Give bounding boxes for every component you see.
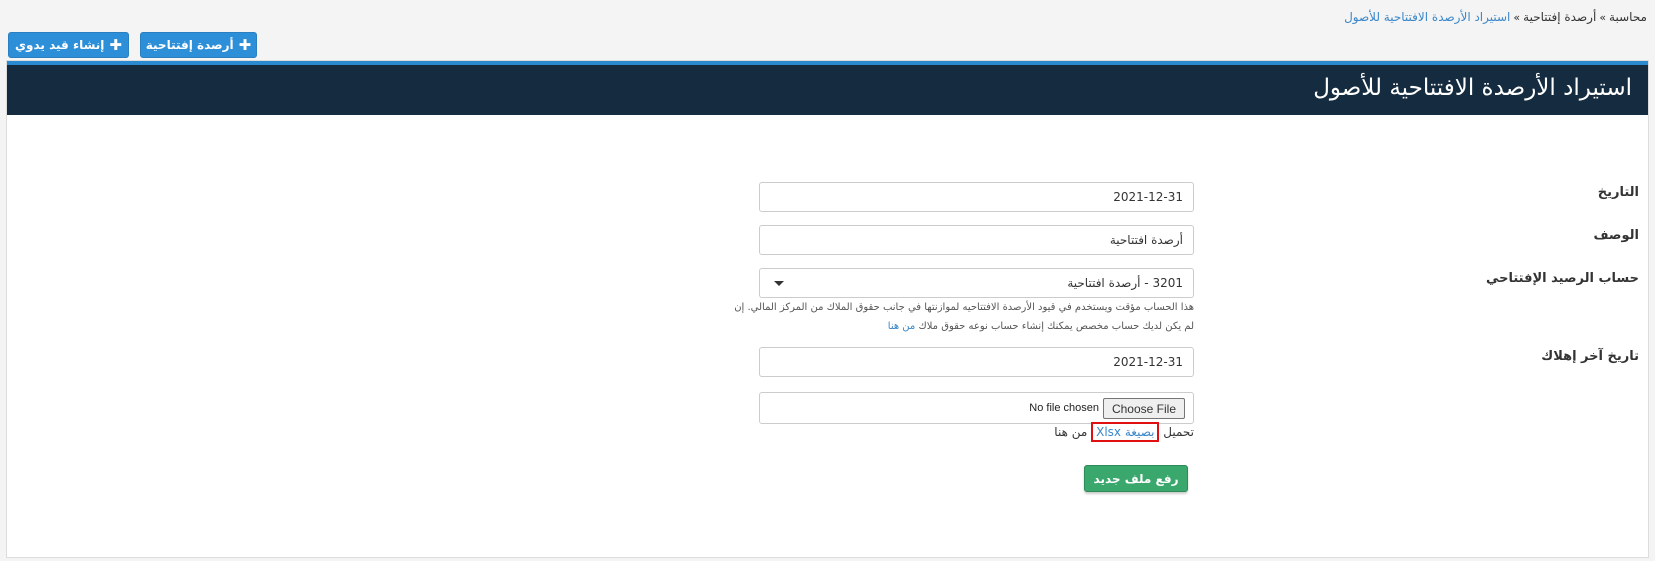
breadcrumb-separator: » — [1599, 11, 1607, 24]
page-title: استيراد الأرصدة الافتتاحية للأصول — [1313, 75, 1632, 101]
date-label: التاريخ — [1597, 185, 1639, 200]
plus-icon: ✚ — [109, 35, 122, 54]
opening-balances-button-label: أرصدة إفتتاحية — [145, 38, 234, 52]
opening-balances-button[interactable]: ✚ أرصدة إفتتاحية — [140, 32, 257, 58]
breadcrumb-current: استيراد الأرصدة الافتتاحية للأصول — [1344, 10, 1511, 24]
breadcrumb-item-accounting[interactable]: محاسبة — [1609, 10, 1647, 24]
account-help-text: هذا الحساب مؤقت ويستخدم في قيود الأرصدة … — [714, 298, 1194, 336]
account-help-line2: لم يكن لديك حساب مخصص يمكنك إنشاء حساب ن… — [918, 321, 1194, 332]
breadcrumb: محاسبة»أرصدة إفتتاحية»استيراد الأرصدة ال… — [1344, 10, 1647, 24]
opening-account-select[interactable]: 3201 - أرصدة افتتاحية — [759, 268, 1194, 298]
manual-entry-button[interactable]: ✚ إنشاء قيد يدوي — [8, 32, 129, 58]
plus-icon: ✚ — [238, 35, 252, 54]
download-xlsx-link[interactable]: بصيغة Xlsx — [1091, 422, 1160, 442]
upload-new-file-button[interactable]: رفع ملف جديد — [1084, 465, 1188, 492]
date-field[interactable]: 2021-12-31 — [759, 182, 1194, 212]
download-template-line: تحميل بصيغة Xlsx من هنا — [1054, 422, 1194, 442]
account-help-line1: هذا الحساب مؤقت ويستخدم في قيود الأرصدة … — [734, 302, 1194, 313]
create-equity-account-link[interactable]: من هنا — [888, 321, 916, 332]
opening-account-label: حساب الرصيد الإفتتاحي — [1485, 271, 1639, 286]
download-prefix: تحميل — [1163, 425, 1194, 439]
description-field[interactable]: أرصدة افتتاحية — [759, 225, 1194, 255]
last-depreciation-value: 2021-12-31 — [1113, 355, 1183, 369]
download-suffix: من هنا — [1054, 425, 1088, 439]
last-depreciation-label: تاريخ آخر إهلاك — [1541, 349, 1639, 364]
opening-account-value: 3201 - أرصدة افتتاحية — [1067, 276, 1183, 290]
manual-entry-button-label: إنشاء قيد يدوي — [15, 38, 105, 52]
breadcrumb-item-opening-balances[interactable]: أرصدة إفتتاحية — [1523, 10, 1596, 24]
account-help-line2-wrap: لم يكن لديك حساب مخصص يمكنك إنشاء حساب ن… — [714, 317, 1194, 336]
description-value: أرصدة افتتاحية — [1109, 233, 1183, 247]
date-value: 2021-12-31 — [1113, 190, 1183, 204]
choose-file-button[interactable]: Choose File — [1102, 398, 1185, 419]
panel-header: استيراد الأرصدة الافتتاحية للأصول — [7, 61, 1648, 115]
description-label: الوصف — [1593, 228, 1639, 243]
file-input[interactable]: Choose File No file chosen — [759, 392, 1194, 424]
last-depreciation-field[interactable]: 2021-12-31 — [759, 347, 1194, 377]
breadcrumb-separator: » — [1513, 11, 1521, 24]
no-file-text: No file chosen — [1029, 402, 1099, 414]
chevron-down-icon — [774, 281, 784, 286]
